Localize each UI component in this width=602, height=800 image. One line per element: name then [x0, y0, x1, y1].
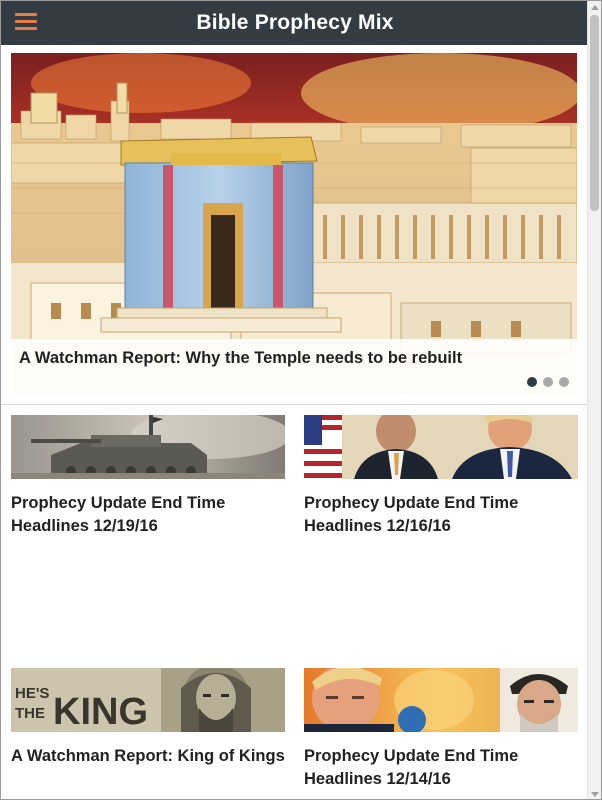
vertical-scrollbar[interactable]: [587, 1, 601, 799]
featured-slider[interactable]: A Watchman Report: Why the Temple needs …: [11, 53, 577, 395]
slide-caption[interactable]: A Watchman Report: Why the Temple needs …: [19, 349, 462, 368]
scrollbar-thumb[interactable]: [590, 15, 599, 211]
slider-dot-3[interactable]: [559, 377, 569, 387]
article-card[interactable]: HE'S THE KING A Watchman Report: King of…: [11, 668, 285, 768]
slider-dot-1[interactable]: [527, 377, 537, 387]
app-window: Bible Prophecy Mix A Watchman Report: Wh…: [0, 0, 602, 800]
article-thumbnail-king: HE'S THE KING: [11, 668, 285, 732]
article-title[interactable]: Prophecy Update End Time Headlines 12/14…: [304, 745, 578, 791]
thumbnail-text-king: KING: [53, 691, 148, 732]
article-thumbnail-tank: [11, 415, 285, 479]
article-title[interactable]: A Watchman Report: King of Kings: [11, 745, 285, 768]
article-card[interactable]: Prophecy Update End Time Headlines 12/14…: [304, 668, 578, 791]
article-title[interactable]: Prophecy Update End Time Headlines 12/16…: [304, 492, 578, 538]
app-title: Bible Prophecy Mix: [196, 11, 394, 34]
section-divider: [1, 404, 589, 405]
scroll-down-arrow-icon[interactable]: [591, 792, 599, 797]
article-card[interactable]: Prophecy Update End Time Headlines 12/16…: [304, 415, 578, 538]
app-header: Bible Prophecy Mix: [1, 1, 589, 45]
article-thumbnail-leaders: [304, 668, 578, 732]
article-title[interactable]: Prophecy Update End Time Headlines 12/19…: [11, 492, 285, 538]
thumbnail-text-hes: HE'S: [15, 685, 49, 702]
slider-dot-2[interactable]: [543, 377, 553, 387]
scroll-up-arrow-icon[interactable]: [591, 5, 599, 10]
article-card[interactable]: Prophecy Update End Time Headlines 12/19…: [11, 415, 285, 538]
article-thumbnail-two-men: [304, 415, 578, 479]
slider-pagination: [527, 377, 569, 387]
thumbnail-text-the: THE: [15, 705, 45, 722]
